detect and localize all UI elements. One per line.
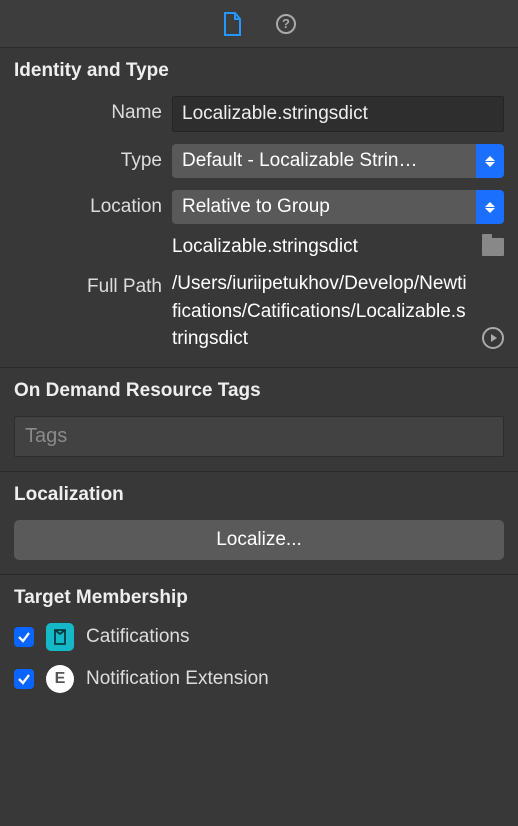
- target-row: Catifications: [14, 623, 504, 651]
- section-title: On Demand Resource Tags: [14, 380, 504, 402]
- section-title: Identity and Type: [14, 60, 504, 82]
- help-inspector-tab[interactable]: ?: [274, 12, 298, 36]
- target-membership-section: Target Membership Catifications E Notifi…: [0, 575, 518, 721]
- localize-button[interactable]: Localize...: [14, 520, 504, 560]
- type-select-value: Default - Localizable Strin…: [172, 144, 476, 178]
- location-select-value: Relative to Group: [172, 190, 476, 224]
- full-path-label: Full Path: [14, 270, 162, 298]
- target-checkbox[interactable]: [14, 627, 34, 647]
- name-input[interactable]: [172, 96, 504, 132]
- type-row: Type Default - Localizable Strin…: [14, 144, 504, 178]
- name-row: Name: [14, 96, 504, 132]
- help-icon: ?: [275, 13, 297, 35]
- folder-icon[interactable]: [482, 238, 504, 256]
- stepper-icon: [476, 144, 504, 178]
- target-label: Catifications: [86, 626, 190, 648]
- target-checkbox[interactable]: [14, 669, 34, 689]
- location-file-name: Localizable.stringsdict: [172, 236, 358, 258]
- section-title: Target Membership: [14, 587, 504, 609]
- section-title: Localization: [14, 484, 504, 506]
- full-path-row: Full Path /Users/iuriipetukhov/Develop/N…: [14, 270, 504, 353]
- location-file-row: Localizable.stringsdict: [14, 236, 504, 258]
- type-label: Type: [14, 144, 162, 172]
- location-select[interactable]: Relative to Group: [172, 190, 504, 224]
- name-label: Name: [14, 96, 162, 124]
- document-icon: [222, 12, 242, 36]
- file-inspector-tab[interactable]: [220, 12, 244, 36]
- identity-and-type-section: Identity and Type Name Type Default - Lo…: [0, 48, 518, 368]
- localization-section: Localization Localize...: [0, 472, 518, 575]
- check-icon: [17, 630, 31, 644]
- full-path-value: /Users/iuriipetukhov/Develop/Newtificati…: [172, 270, 472, 353]
- reveal-in-finder-button[interactable]: [482, 327, 504, 349]
- target-label: Notification Extension: [86, 668, 269, 690]
- type-select[interactable]: Default - Localizable Strin…: [172, 144, 504, 178]
- location-row: Location Relative to Group: [14, 190, 504, 224]
- resource-tags-section: On Demand Resource Tags: [0, 368, 518, 472]
- check-icon: [17, 672, 31, 686]
- svg-text:?: ?: [282, 16, 290, 31]
- tags-input[interactable]: [14, 416, 504, 457]
- inspector-tab-bar: ?: [0, 0, 518, 48]
- location-label: Location: [14, 190, 162, 218]
- extension-icon: E: [46, 665, 74, 693]
- arrow-right-icon: [491, 334, 497, 342]
- stepper-icon: [476, 190, 504, 224]
- target-row: E Notification Extension: [14, 665, 504, 693]
- app-icon: [46, 623, 74, 651]
